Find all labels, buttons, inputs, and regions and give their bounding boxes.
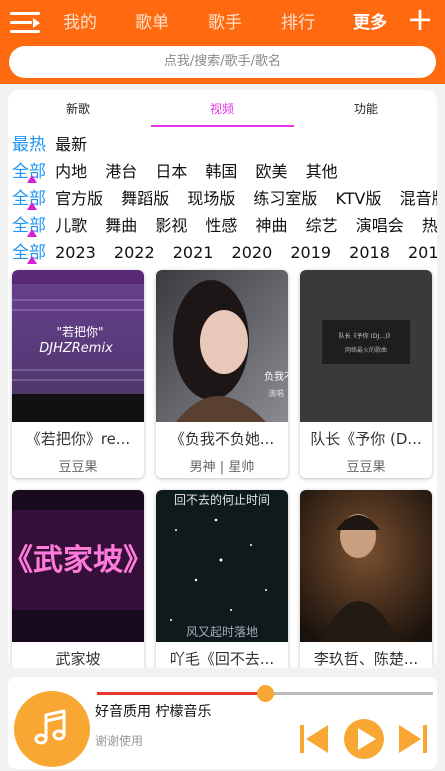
filter-option[interactable]: 影视 — [155, 212, 187, 236]
filter-option[interactable]: 2022 — [114, 243, 155, 262]
filter-option[interactable]: 官方版 — [55, 185, 103, 209]
filter-option[interactable]: 演唱会 — [356, 212, 404, 236]
filter-option[interactable]: 舞蹈版 — [121, 185, 169, 209]
progress-fill — [97, 692, 265, 695]
video-title: 李玖哲、陈楚... — [313, 650, 419, 668]
selected-indicator-icon — [27, 175, 37, 183]
video-card[interactable]: 回不去的何止时间 风又起时落地 吖毛《回不去... — [156, 490, 288, 668]
thumb-overlay-text: 网络最火的歌曲 — [345, 346, 387, 354]
nav-mine[interactable]: 我的 — [63, 8, 97, 33]
video-card[interactable]: 队长《予你 (DJ...)》 网络最火的歌曲 队长《予你 (D... 豆豆果 — [300, 270, 432, 478]
nav-artists[interactable]: 歌手 — [208, 8, 242, 33]
video-uploader: 豆豆果 — [346, 460, 386, 475]
video-thumbnail: 回不去的何止时间 风又起时落地 — [156, 490, 288, 642]
video-thumbnail: 负我不 演唱 — [156, 270, 288, 422]
video-title: 《若把你》re... — [25, 430, 131, 448]
filter-option[interactable]: 性感 — [205, 212, 237, 236]
tab-new-songs[interactable]: 新歌 — [66, 100, 90, 117]
filter-option[interactable]: 神曲 — [256, 212, 288, 236]
filter-lead[interactable]: 最热 — [12, 130, 50, 155]
filter-option[interactable]: 2019 — [290, 243, 331, 262]
top-bar: 我的 歌单 歌手 排行 更多 + 点我/搜索/歌手/歌名 — [0, 0, 445, 84]
video-card[interactable]: 《武家坡》 武家坡 — [12, 490, 144, 668]
video-uploader: 男神 | 星帅 — [189, 460, 255, 475]
filter-option[interactable]: 韩国 — [205, 158, 237, 182]
thumb-overlay-text: 回不去的何止时间 — [174, 492, 270, 507]
filter-lead[interactable]: 全部 — [12, 184, 50, 210]
video-title: 武家坡 — [55, 650, 101, 668]
video-title: 吖毛《回不去... — [169, 650, 275, 668]
tab-videos[interactable]: 视频 — [210, 100, 234, 117]
nav-charts[interactable]: 排行 — [281, 8, 315, 33]
video-title: 队长《予你 (D... — [310, 430, 422, 448]
search-bar[interactable]: 点我/搜索/歌手/歌名 — [9, 46, 436, 78]
thumb-overlay-text: 风又起时落地 — [186, 625, 258, 639]
thumb-overlay-text: 负我不 — [264, 370, 288, 383]
filter-option[interactable]: 练习室版 — [253, 185, 317, 209]
content-panel: 新歌 视频 功能 最热 最新 全部 内地 港台 日本 韩国 欧美 其他 全部 官… — [8, 90, 437, 668]
selected-indicator-icon — [27, 202, 37, 210]
nav-playlists[interactable]: 歌单 — [135, 8, 169, 33]
video-card[interactable]: 负我不 演唱 《负我不负她... 男神 | 星帅 — [156, 270, 288, 478]
play-icon[interactable] — [342, 717, 386, 761]
filter-row-version: 全部 官方版 舞蹈版 现场版 练习室版 KTV版 混音版 — [12, 184, 437, 210]
filter-row-sort: 最热 最新 — [12, 130, 100, 155]
filter-option[interactable]: 2017 — [408, 243, 437, 262]
song-artist: 谢谢使用 — [95, 734, 144, 748]
add-icon[interactable]: + — [406, 3, 434, 35]
filter-option[interactable]: 2018 — [349, 243, 390, 262]
filter-option[interactable]: 港台 — [105, 158, 137, 182]
song-title: 好音质用 柠檬音乐 — [95, 704, 212, 720]
thumb-overlay-text: 《武家坡》 — [12, 543, 144, 578]
video-card[interactable]: 李玖哲、陈楚... — [300, 490, 432, 668]
filter-option[interactable]: 混音版 — [400, 185, 437, 209]
filter-option[interactable]: 其他 — [306, 158, 338, 182]
selected-indicator-icon — [27, 256, 37, 264]
filter-option[interactable]: 综艺 — [306, 212, 338, 236]
video-card[interactable]: "若把你" DJHZRemix 《若把你》re... 豆豆果 — [12, 270, 144, 478]
filter-option[interactable]: 舞曲 — [105, 212, 137, 236]
video-thumbnail: 《武家坡》 — [12, 490, 144, 642]
filter-option[interactable]: 儿歌 — [55, 212, 87, 236]
next-icon[interactable] — [396, 722, 430, 756]
thumb-overlay-text: 队长《予你 (DJ...)》 — [339, 332, 394, 340]
filter-option[interactable]: 内地 — [55, 158, 87, 182]
filter-option[interactable]: 2021 — [173, 243, 214, 262]
video-thumbnail: 队长《予你 (DJ...)》 网络最火的歌曲 — [300, 270, 432, 422]
previous-icon[interactable] — [297, 722, 331, 756]
progress-knob[interactable] — [257, 685, 274, 702]
filter-option[interactable]: 热门 — [422, 212, 437, 236]
filter-row-year: 全部 2023 2022 2021 2020 2019 2018 2017 20… — [12, 238, 437, 264]
music-note-icon — [34, 709, 66, 745]
filter-lead[interactable]: 全部 — [12, 211, 50, 237]
filter-option[interactable]: 2020 — [232, 243, 273, 262]
selected-indicator-icon — [27, 229, 37, 237]
thumb-overlay-text: 演唱 — [268, 388, 284, 398]
video-thumbnail: "若把你" DJHZRemix — [12, 270, 144, 422]
video-title: 《负我不负她... — [169, 430, 275, 448]
menu-icon[interactable] — [10, 10, 40, 36]
album-disc[interactable] — [14, 691, 90, 767]
filter-option[interactable]: 日本 — [155, 158, 187, 182]
filter-option[interactable]: KTV版 — [336, 185, 382, 209]
tab-features[interactable]: 功能 — [354, 100, 378, 117]
filter-option[interactable]: 现场版 — [187, 185, 235, 209]
filter-lead[interactable]: 全部 — [12, 238, 50, 264]
filter-row-region: 全部 内地 港台 日本 韩国 欧美 其他 — [12, 157, 351, 183]
filter-option[interactable]: 欧美 — [256, 158, 288, 182]
tab-underline — [151, 125, 294, 127]
video-uploader: 豆豆果 — [58, 460, 98, 475]
video-thumbnail — [300, 490, 432, 642]
nav-more[interactable]: 更多 — [353, 8, 387, 33]
filter-option[interactable]: 2023 — [55, 243, 96, 262]
filter-option[interactable]: 最新 — [55, 131, 87, 155]
player-bar: 好音质用 柠檬音乐 谢谢使用 — [8, 677, 437, 769]
filter-row-genre: 全部 儿歌 舞曲 影视 性感 神曲 综艺 演唱会 热门 — [12, 211, 437, 237]
filter-lead[interactable]: 全部 — [12, 157, 50, 183]
